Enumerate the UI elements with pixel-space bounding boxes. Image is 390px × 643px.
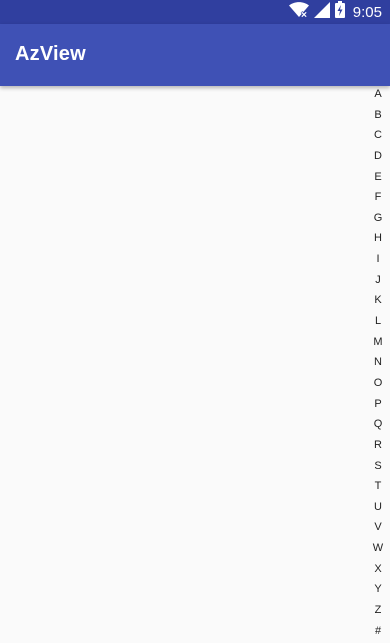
index-letter[interactable]: G [374, 212, 383, 225]
index-letter[interactable]: T [375, 480, 382, 493]
index-letter[interactable]: N [374, 356, 382, 369]
status-time: 9:05 [352, 3, 382, 21]
index-letter[interactable]: U [374, 501, 382, 514]
index-letter[interactable]: S [374, 460, 381, 473]
index-letter[interactable]: Q [374, 418, 383, 431]
index-letter[interactable]: X [374, 563, 381, 576]
index-letter[interactable]: O [374, 377, 383, 390]
app-bar: AzView [0, 24, 390, 86]
index-letter[interactable]: K [374, 294, 381, 307]
index-letter[interactable]: Y [374, 583, 381, 596]
index-letter[interactable]: P [374, 398, 381, 411]
index-letter[interactable]: R [374, 439, 382, 452]
index-letter[interactable]: I [376, 253, 379, 266]
status-icons: 9:05 [288, 0, 382, 24]
index-letter[interactable]: Z [375, 604, 382, 617]
index-letter[interactable]: F [375, 191, 382, 204]
signal-icon [313, 1, 330, 23]
index-letter[interactable]: W [373, 542, 383, 555]
content-area [0, 86, 390, 643]
index-letter[interactable]: E [374, 171, 381, 184]
index-letter[interactable]: M [373, 336, 382, 349]
index-letter[interactable]: V [374, 521, 381, 534]
index-letter[interactable]: # [375, 625, 381, 638]
index-letter[interactable]: D [374, 150, 382, 163]
index-letter[interactable]: A [374, 88, 381, 101]
index-letter[interactable]: C [374, 129, 382, 142]
app-title: AzView [15, 43, 86, 65]
alphabet-index-bar[interactable]: A B C D E F G H I J K L M N O P Q R S T U V W X Y Z # [368, 88, 388, 638]
index-letter[interactable]: J [375, 274, 381, 287]
index-letter[interactable]: H [374, 232, 382, 245]
battery-icon [334, 1, 345, 23]
index-letter[interactable]: L [375, 315, 381, 328]
wifi-icon [288, 1, 309, 23]
index-letter[interactable]: B [374, 109, 381, 122]
status-bar: 9:05 [0, 0, 390, 24]
